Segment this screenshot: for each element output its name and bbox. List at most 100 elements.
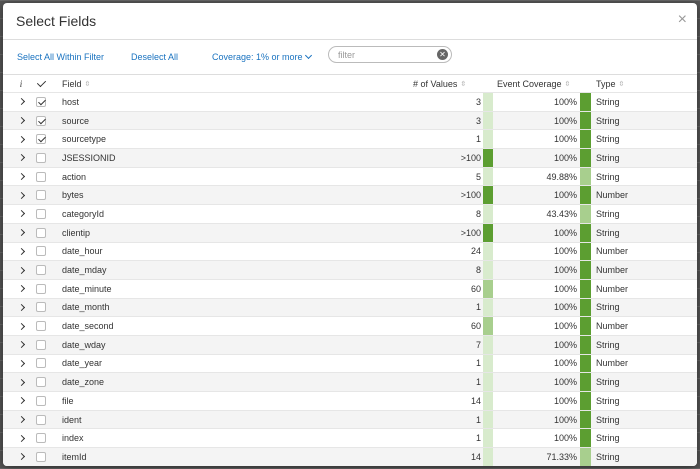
row-select-checkbox[interactable] <box>33 280 49 298</box>
table-row[interactable]: date_second 60 100% Number <box>3 316 697 335</box>
table-row[interactable]: ident 1 100% String <box>3 409 697 429</box>
values-count: 8 <box>475 265 481 276</box>
checkbox-icon <box>36 377 46 388</box>
sort-icon: ⇳ <box>460 80 467 88</box>
table-row[interactable]: date_mday 8 100% Number <box>3 260 697 279</box>
chevron-right-icon <box>17 341 25 349</box>
chevron-right-icon <box>17 434 25 442</box>
table-row[interactable]: date_year 1 100% Number <box>3 353 697 373</box>
expand-row-icon[interactable] <box>15 93 27 111</box>
clear-filter-icon[interactable]: ✕ <box>437 49 448 60</box>
field-type: String <box>596 377 620 388</box>
values-bar-fill <box>483 410 493 429</box>
row-select-checkbox[interactable] <box>33 336 49 354</box>
table-row[interactable]: file 14 100% String <box>3 391 697 410</box>
expand-row-icon[interactable] <box>15 355 27 373</box>
row-select-checkbox[interactable] <box>33 261 49 279</box>
row-select-checkbox[interactable] <box>33 186 49 204</box>
expand-row-icon[interactable] <box>15 243 27 261</box>
values-bar-fill <box>483 261 493 279</box>
row-select-checkbox[interactable] <box>33 429 49 447</box>
field-type: String <box>596 208 620 219</box>
coverage-bar <box>580 167 591 186</box>
table-row[interactable]: host 3 100% String <box>3 92 697 111</box>
expand-row-icon[interactable] <box>15 130 27 148</box>
row-select-checkbox[interactable] <box>33 243 49 261</box>
row-select-checkbox[interactable] <box>33 373 49 391</box>
values-count: 7 <box>475 339 481 350</box>
filter-input[interactable] <box>338 48 433 61</box>
expand-row-icon[interactable] <box>15 149 27 167</box>
row-select-checkbox[interactable] <box>33 392 49 410</box>
event-coverage: 100% <box>553 265 577 276</box>
expand-row-icon[interactable] <box>15 429 27 447</box>
coverage-header-label: Event Coverage <box>497 78 562 89</box>
expand-row-icon[interactable] <box>15 392 27 410</box>
expand-row-icon[interactable] <box>15 317 27 335</box>
expand-row-icon[interactable] <box>15 112 27 130</box>
row-select-checkbox[interactable] <box>33 224 49 242</box>
table-row[interactable]: date_wday 7 100% String <box>3 334 697 354</box>
row-select-checkbox[interactable] <box>33 317 49 335</box>
row-select-checkbox[interactable] <box>33 130 49 148</box>
row-select-checkbox[interactable] <box>33 355 49 373</box>
table-row[interactable]: source 3 100% String <box>3 110 697 130</box>
table-row[interactable]: JSESSIONID >100 100% String <box>3 148 697 167</box>
table-row[interactable]: index 1 100% String <box>3 428 697 448</box>
event-coverage: 71.33% <box>546 451 577 462</box>
table-row[interactable]: sourcetype 1 100% String <box>3 129 697 149</box>
table-row[interactable]: date_minute 60 100% Number <box>3 278 697 298</box>
values-bar-fill <box>483 317 493 335</box>
chevron-right-icon <box>17 229 25 237</box>
expand-row-icon[interactable] <box>15 224 27 242</box>
row-select-checkbox[interactable] <box>33 299 49 317</box>
row-select-checkbox[interactable] <box>33 168 49 186</box>
expand-row-icon[interactable] <box>15 205 27 223</box>
event-coverage: 100% <box>553 227 577 238</box>
field-name: bytes <box>62 190 84 201</box>
field-name: index <box>62 433 84 444</box>
event-coverage: 43.43% <box>546 208 577 219</box>
row-select-checkbox[interactable] <box>33 448 49 466</box>
field-name: JSESSIONID <box>62 152 116 163</box>
chevron-right-icon <box>17 322 25 330</box>
expand-row-icon[interactable] <box>15 336 27 354</box>
values-bar <box>483 298 493 317</box>
table-row[interactable]: categoryId 8 43.43% String <box>3 204 697 223</box>
expand-row-icon[interactable] <box>15 373 27 391</box>
table-row[interactable]: bytes >100 100% Number <box>3 185 697 205</box>
row-select-checkbox[interactable] <box>33 205 49 223</box>
expand-row-icon[interactable] <box>15 448 27 466</box>
type-column-header[interactable]: Type ⇳ <box>596 75 624 92</box>
select-all-within-filter-link[interactable]: Select All Within Filter <box>17 52 104 62</box>
expand-row-icon[interactable] <box>15 168 27 186</box>
row-select-checkbox[interactable] <box>33 93 49 111</box>
coverage-dropdown[interactable]: Coverage: 1% or more <box>212 51 312 62</box>
field-name: action <box>62 171 87 182</box>
close-icon[interactable]: × <box>678 12 687 28</box>
values-column-header[interactable]: # of Values ⇳ <box>413 75 483 92</box>
checkbox-icon <box>36 246 46 257</box>
row-select-checkbox[interactable] <box>33 112 49 130</box>
modal-header: Select Fields × <box>3 3 697 40</box>
expand-row-icon[interactable] <box>15 186 27 204</box>
deselect-all-link[interactable]: Deselect All <box>131 52 178 62</box>
select-column-header[interactable] <box>33 75 49 92</box>
row-select-checkbox[interactable] <box>33 149 49 167</box>
table-row[interactable]: clientip >100 100% String <box>3 222 697 242</box>
row-select-checkbox[interactable] <box>33 411 49 429</box>
table-row[interactable]: action 5 49.88% String <box>3 166 697 186</box>
coverage-column-header[interactable]: Event Coverage ⇳ <box>497 75 587 92</box>
table-row[interactable]: date_month 1 100% String <box>3 297 697 317</box>
expand-row-icon[interactable] <box>15 299 27 317</box>
table-row[interactable]: date_zone 1 100% String <box>3 372 697 391</box>
field-column-header[interactable]: Field ⇳ <box>62 75 90 92</box>
expand-row-icon[interactable] <box>15 411 27 429</box>
field-name: date_wday <box>62 339 106 350</box>
table-row[interactable]: date_hour 24 100% Number <box>3 241 697 261</box>
expand-row-icon[interactable] <box>15 261 27 279</box>
table-row[interactable]: itemId 14 71.33% String <box>3 447 697 466</box>
coverage-bar <box>580 223 591 242</box>
info-column-header: i <box>19 78 23 89</box>
expand-row-icon[interactable] <box>15 280 27 298</box>
